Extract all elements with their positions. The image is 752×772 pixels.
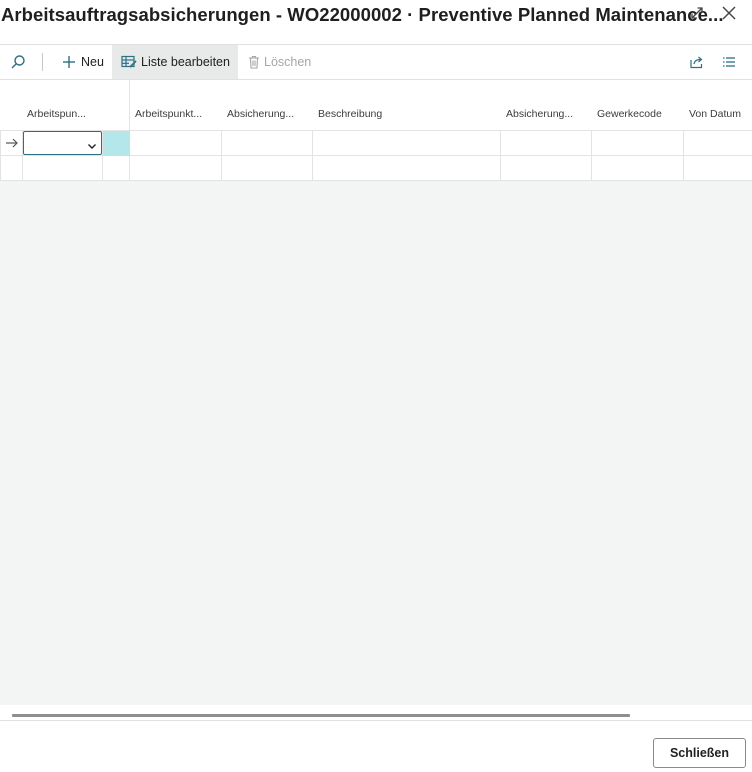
column-divider <box>683 130 684 181</box>
column-header-beschreibung[interactable]: Beschreibung <box>318 108 382 120</box>
column-divider <box>591 130 592 181</box>
column-header-arbeitspunkt-2[interactable]: Arbeitspunkt... <box>135 108 202 120</box>
close-icon[interactable] <box>720 4 738 22</box>
column-header-absicherung-2[interactable]: Absicherung... <box>506 108 573 120</box>
share-icon <box>689 55 705 69</box>
share-button[interactable] <box>686 45 708 79</box>
new-button-label: Neu <box>81 55 104 69</box>
action-divider <box>42 53 43 71</box>
column-header-gewerkecode[interactable]: Gewerkecode <box>597 108 662 120</box>
horizontal-scrollbar[interactable] <box>12 714 630 717</box>
arbeitspunkt-select[interactable] <box>23 131 102 155</box>
expand-icon[interactable] <box>688 4 706 22</box>
delete-button-label: Löschen <box>264 55 312 69</box>
column-header-absicherung[interactable]: Absicherung... <box>227 108 294 120</box>
divider <box>0 720 752 721</box>
list-view-icon <box>722 56 736 68</box>
empty-list-area <box>0 181 752 705</box>
column-divider <box>221 130 222 181</box>
title-bar: Arbeitsauftragsabsicherungen - WO2200000… <box>0 0 752 30</box>
search-button[interactable] <box>6 45 30 79</box>
edit-list-button-label: Liste bearbeiten <box>141 55 230 69</box>
selected-cell[interactable] <box>103 131 130 156</box>
plus-icon <box>62 55 76 69</box>
arrow-right-icon <box>5 136 19 150</box>
column-divider <box>0 130 1 181</box>
data-grid: Arbeitspun... Arbeitspunkt... Absicherun… <box>0 80 752 181</box>
column-header-von-datum[interactable]: Von Datum <box>689 108 741 120</box>
edit-list-icon <box>121 55 137 69</box>
column-divider <box>312 130 313 181</box>
delete-button: Löschen <box>244 45 315 79</box>
list-view-button[interactable] <box>718 45 740 79</box>
dialog-window: Arbeitsauftragsabsicherungen - WO2200000… <box>0 0 752 772</box>
page-title: Arbeitsauftragsabsicherungen - WO2200000… <box>1 4 724 25</box>
column-divider <box>500 130 501 181</box>
column-header-arbeitspunkt[interactable]: Arbeitspun... <box>27 108 86 120</box>
action-bar: Neu Liste bearbeiten Löschen <box>0 45 752 79</box>
chevron-down-icon <box>87 138 97 149</box>
close-button[interactable]: Schließen <box>653 738 746 768</box>
search-icon <box>10 54 26 70</box>
trash-icon <box>248 55 260 69</box>
edit-list-button[interactable]: Liste bearbeiten <box>112 45 238 79</box>
new-button[interactable]: Neu <box>56 45 110 79</box>
